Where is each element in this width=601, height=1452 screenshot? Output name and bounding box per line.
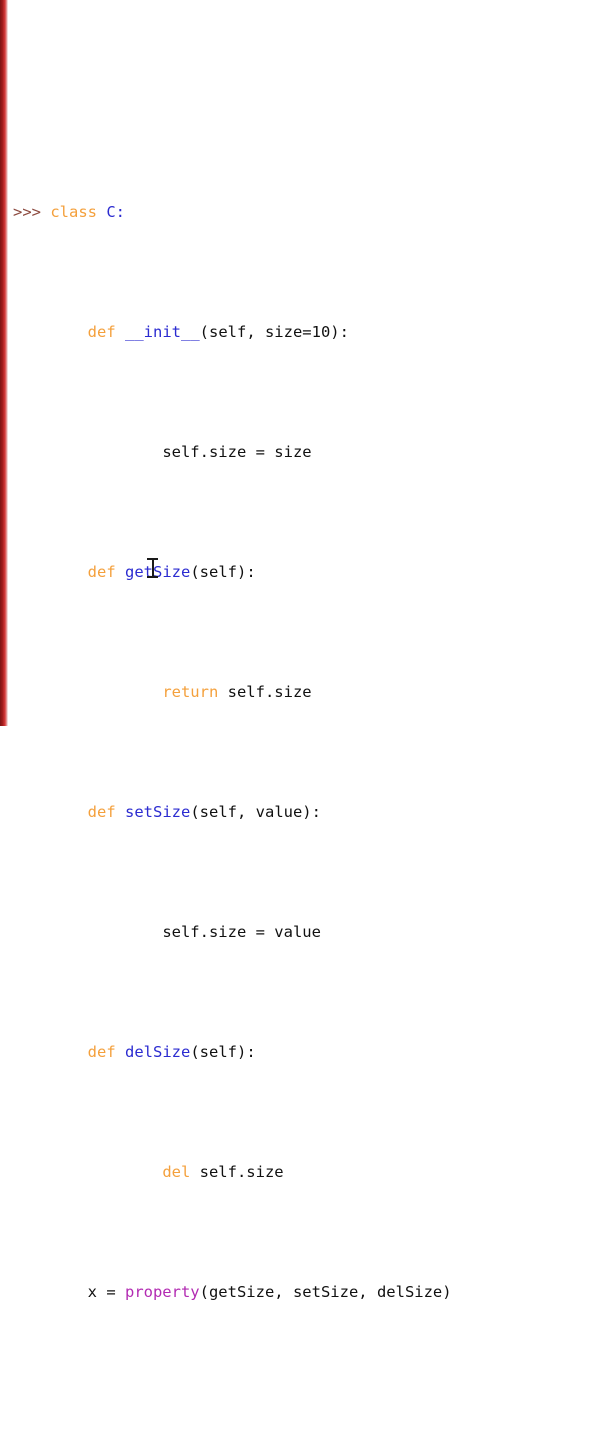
class-name: C:	[106, 203, 126, 221]
shell-line-def-delsize[interactable]: def delSize(self):	[0, 1040, 601, 1064]
statement: self.size	[218, 683, 312, 701]
shell-line-def-init[interactable]: def __init__(self, size=10):	[0, 320, 601, 344]
statement: self.size = size	[162, 443, 312, 461]
function-name-delsize: delSize	[125, 1043, 191, 1061]
keyword-def: def	[87, 1043, 116, 1061]
prompt-glyph: >>>	[13, 203, 51, 221]
keyword-def: def	[87, 803, 116, 821]
function-name-init: __init__	[125, 323, 200, 341]
shell-line-def-setsize[interactable]: def setSize(self, value):	[0, 800, 601, 824]
keyword-def: def	[87, 323, 116, 341]
shell-line-def-getsize[interactable]: def getSize(self):	[0, 560, 601, 584]
signature: (self, size=10):	[199, 323, 349, 341]
shell-line-assign-value[interactable]: self.size = value	[0, 920, 601, 944]
shell-line-class-header[interactable]: >>> class C:	[0, 200, 601, 224]
assign-head: x =	[87, 1283, 125, 1301]
shell-line-del-size[interactable]: del self.size	[0, 1160, 601, 1184]
statement: self.size = value	[162, 923, 321, 941]
keyword-class: class	[50, 203, 97, 221]
python-shell-output-area[interactable]: >>> >>> class C: def __init__(self, size…	[0, 0, 601, 1301]
signature: (self):	[190, 563, 256, 581]
function-name-getsize: getSize	[125, 563, 191, 581]
builtin-property: property	[124, 1283, 200, 1301]
statement: self.size	[190, 1163, 284, 1181]
function-name-setsize: setSize	[125, 803, 191, 821]
signature: (self, value):	[190, 803, 321, 821]
keyword-def: def	[87, 563, 116, 581]
shell-line-clipped: >>>	[0, 80, 601, 88]
keyword-del: del	[162, 1163, 191, 1181]
shell-line-return-size[interactable]: return self.size	[0, 680, 601, 704]
signature: (self):	[190, 1043, 256, 1061]
shell-line-property[interactable]: x = property(getSize, setSize, delSize)	[0, 1280, 601, 1304]
idle-shell-window: >>> >>> class C: def __init__(self, size…	[0, 0, 601, 1301]
property-args: (getSize, setSize, delSize)	[199, 1283, 452, 1301]
prompt-glyph: >>>	[13, 83, 50, 88]
shell-line-assign-size[interactable]: self.size = size	[0, 440, 601, 464]
keyword-return: return	[162, 683, 219, 701]
